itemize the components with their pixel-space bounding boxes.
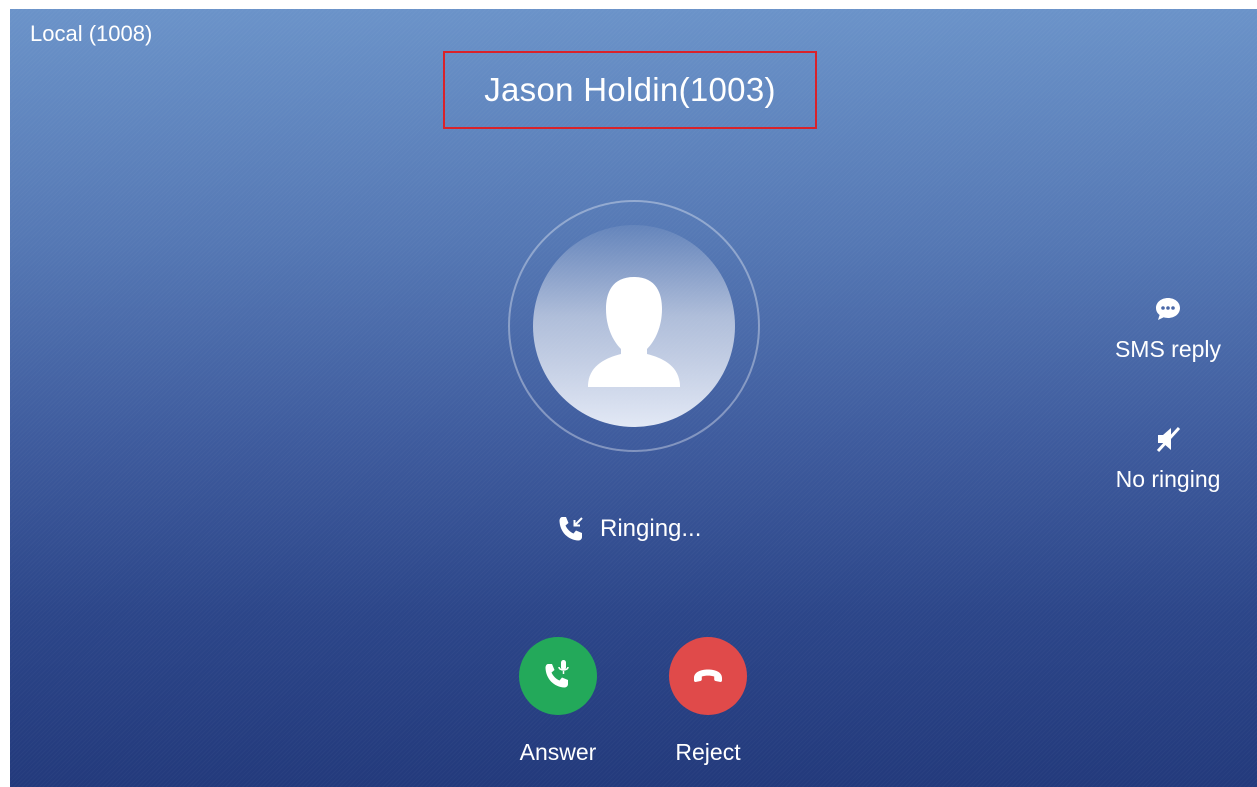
phone-mic-icon: [545, 660, 569, 688]
reject-circle[interactable]: [669, 637, 747, 715]
no-ringing-button[interactable]: No ringing: [1098, 424, 1238, 493]
hang-up-icon: [694, 669, 722, 682]
incoming-call-screen: Local (1008) Jason Holdin(1003) Ringing.…: [10, 9, 1257, 787]
call-status-text: Ringing...: [600, 515, 702, 542]
no-ringing-label: No ringing: [1115, 466, 1221, 492]
answer-button[interactable]: Answer: [498, 637, 618, 766]
sms-reply-button[interactable]: SMS reply: [1098, 294, 1238, 363]
sms-reply-label: SMS reply: [1114, 336, 1222, 362]
answer-circle[interactable]: [519, 637, 597, 715]
person-silhouette-icon: [588, 277, 680, 387]
incoming-call-icon: [559, 517, 583, 541]
caller-name-highlight: Jason Holdin(1003): [443, 51, 817, 129]
answer-label: Answer: [519, 739, 597, 765]
speaker-mute-icon: [1156, 426, 1181, 453]
call-status: Ringing...: [556, 514, 701, 544]
chat-bubble-icon: [1156, 298, 1180, 320]
reject-label: Reject: [675, 739, 741, 765]
caller-name: Jason Holdin(1003): [484, 71, 776, 108]
account-label: Local (1008): [30, 21, 153, 46]
reject-button[interactable]: Reject: [648, 637, 768, 766]
avatar: [533, 225, 735, 427]
